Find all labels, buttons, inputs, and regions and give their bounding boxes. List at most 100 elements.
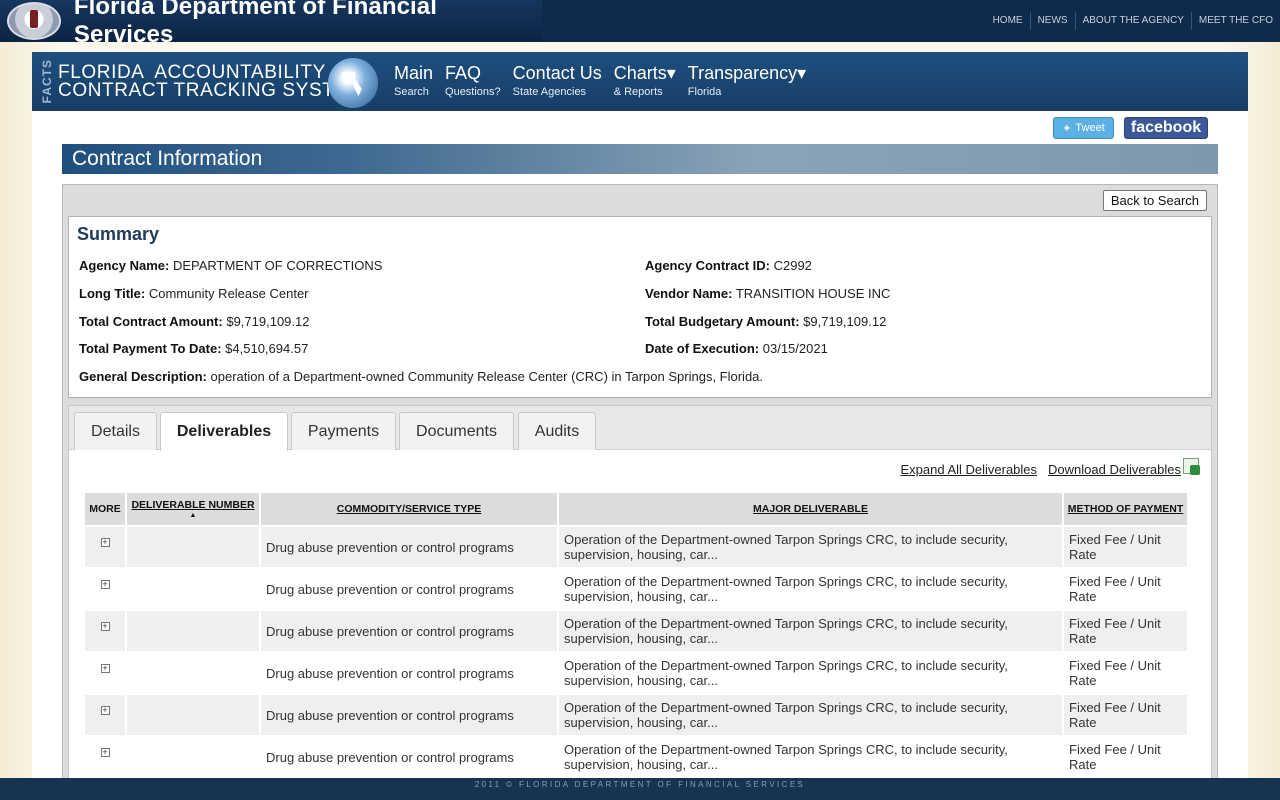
deliverables-table: MORE DELIVERABLE NUMBER ▲ COMMODITY/SERVI… <box>83 491 1189 779</box>
long-title-field: Long Title: Community Release Center <box>79 286 309 301</box>
agency-name-field: Agency Name: DEPARTMENT OF CORRECTIONS <box>79 258 382 273</box>
date-execution-field: Date of Execution: 03/15/2021 <box>645 341 828 356</box>
deliverable-number-cell <box>125 609 261 653</box>
nav-faq-sub: Questions? <box>445 86 501 98</box>
expand-row-icon[interactable]: + <box>100 664 110 673</box>
tab-details[interactable]: Details <box>74 412 157 450</box>
deliverable-number-cell <box>125 525 261 569</box>
expand-row-icon[interactable]: + <box>100 748 110 757</box>
total-payment-field: Total Payment To Date: $4,510,694.57 <box>79 341 308 356</box>
tab-payments[interactable]: Payments <box>291 412 396 450</box>
nav-main-sub: Search <box>394 86 429 98</box>
deliverable-number-cell <box>125 567 261 611</box>
commodity-cell: Drug abuse prevention or control program… <box>259 567 559 611</box>
page-container: FACTS FLORIDA ACCOUNTABILITY CONTRACT TR… <box>32 52 1248 785</box>
sort-ascending-icon: ▲ <box>189 512 197 519</box>
nav-contact-us[interactable]: Contact Us State Agencies <box>513 62 602 110</box>
facts-nav-bar: FACTS FLORIDA ACCOUNTABILITY CONTRACT TR… <box>32 52 1248 111</box>
total-budgetary-label: Total Budgetary Amount: <box>645 314 800 329</box>
footer: 2011 © FLORIDA DEPARTMENT OF FINANCIAL S… <box>0 778 1280 800</box>
col-more: MORE <box>83 491 127 527</box>
major-deliverable-cell: Operation of the Department-owned Tarpon… <box>557 693 1064 737</box>
table-row: + Drug abuse prevention or control progr… <box>83 735 1189 779</box>
commodity-cell: Drug abuse prevention or control program… <box>259 609 559 653</box>
total-contract-field: Total Contract Amount: $9,719,109.12 <box>79 314 309 329</box>
general-description-value: operation of a Department-owned Communit… <box>210 369 764 384</box>
table-row: + Drug abuse prevention or control progr… <box>83 525 1189 569</box>
twitter-bird-icon: ✦ <box>1062 122 1072 135</box>
agency-contract-id-field: Agency Contract ID: C2992 <box>645 258 812 273</box>
more-cell: + <box>83 693 127 737</box>
total-payment-value: $4,510,694.57 <box>225 341 309 356</box>
expand-row-icon[interactable]: + <box>100 538 110 547</box>
vendor-name-field: Vendor Name: TRANSITION HOUSE INC <box>645 286 890 301</box>
col-deliverable-number[interactable]: DELIVERABLE NUMBER ▲ <box>125 491 261 527</box>
deliverable-number-cell <box>125 735 261 779</box>
major-deliverable-cell: Operation of the Department-owned Tarpon… <box>557 567 1064 611</box>
nav-contact-label: Contact Us <box>512 63 602 83</box>
tab-deliverables[interactable]: Deliverables <box>160 412 288 451</box>
top-link-news[interactable]: NEWS <box>1029 12 1075 30</box>
table-row: + Drug abuse prevention or control progr… <box>83 567 1189 611</box>
nav-transparency-sub: Florida <box>687 86 722 98</box>
commodity-cell: Drug abuse prevention or control program… <box>259 651 559 695</box>
expand-row-icon[interactable]: + <box>100 580 110 589</box>
page-title: Contract Information <box>62 144 1218 174</box>
cfo-seal-icon <box>7 2 61 40</box>
major-deliverable-cell: Operation of the Department-owned Tarpon… <box>557 525 1064 569</box>
tweet-button[interactable]: ✦ Tweet <box>1053 117 1114 139</box>
facts-title-line1: FLORIDA ACCOUNTABILITY <box>58 61 326 83</box>
col-method-of-payment[interactable]: METHOD OF PAYMENT <box>1062 491 1189 527</box>
summary-heading: Summary <box>77 224 160 244</box>
download-deliverables-link[interactable]: Download Deliverables <box>1048 462 1181 477</box>
dfs-brand[interactable]: Florida Department of Financial Services <box>0 0 542 48</box>
excel-download-icon[interactable] <box>1183 458 1200 475</box>
table-header-row: MORE DELIVERABLE NUMBER ▲ COMMODITY/SERVI… <box>83 491 1189 527</box>
col-method-of-payment-label: METHOD OF PAYMENT <box>1067 503 1184 515</box>
nav-contact-sub: State Agencies <box>512 86 587 98</box>
table-row: + Drug abuse prevention or control progr… <box>83 693 1189 737</box>
payment-method-cell: Fixed Fee / Unit Rate <box>1062 609 1189 653</box>
top-link-meet-cfo[interactable]: MEET THE CFO <box>1190 12 1280 30</box>
col-major-deliverable-label: MAJOR DELIVERABLE <box>753 503 868 515</box>
expand-row-icon[interactable]: + <box>100 622 110 631</box>
top-link-home[interactable]: HOME <box>986 12 1030 30</box>
agency-name-value: DEPARTMENT OF CORRECTIONS <box>172 258 383 273</box>
back-to-search-button[interactable]: Back to Search <box>1102 190 1207 211</box>
more-cell: + <box>83 609 127 653</box>
col-commodity-label: COMMODITY/SERVICE TYPE <box>336 503 482 515</box>
nav-transparency-label: Transparency▾ <box>687 63 807 83</box>
deliverable-number-cell <box>125 693 261 737</box>
date-execution-label: Date of Execution: <box>645 341 760 356</box>
agency-contract-id-label: Agency Contract ID: <box>645 258 770 273</box>
table-row: + Drug abuse prevention or control progr… <box>83 609 1189 653</box>
more-cell: + <box>83 735 127 779</box>
payment-method-cell: Fixed Fee / Unit Rate <box>1062 567 1189 611</box>
expand-all-deliverables-link[interactable]: Expand All Deliverables <box>900 462 1037 477</box>
top-header: Florida Department of Financial Services… <box>0 0 1280 48</box>
facebook-button[interactable]: facebook <box>1124 117 1208 139</box>
facts-logo[interactable]: FACTS FLORIDA ACCOUNTABILITY CONTRACT TR… <box>32 52 384 111</box>
table-row: + Drug abuse prevention or control progr… <box>83 651 1189 695</box>
col-deliverable-number-label: DELIVERABLE NUMBER <box>131 499 255 511</box>
major-deliverable-cell: Operation of the Department-owned Tarpon… <box>557 735 1064 779</box>
nav-faq-label: FAQ <box>445 63 482 83</box>
deliverable-number-cell <box>125 651 261 695</box>
nav-transparency-dropdown[interactable]: Transparency▾ Florida <box>688 62 806 110</box>
nav-main-search[interactable]: Main Search <box>394 62 433 110</box>
commodity-cell: Drug abuse prevention or control program… <box>259 735 559 779</box>
commodity-cell: Drug abuse prevention or control program… <box>259 525 559 569</box>
expand-row-icon[interactable]: + <box>100 706 110 715</box>
tab-audits[interactable]: Audits <box>518 412 596 450</box>
tab-strip: Details Deliverables Payments Documents … <box>69 406 1211 451</box>
nav-faq[interactable]: FAQ Questions? <box>445 62 501 110</box>
col-major-deliverable[interactable]: MAJOR DELIVERABLE <box>557 491 1064 527</box>
long-title-value: Community Release Center <box>148 286 309 301</box>
col-commodity-service-type[interactable]: COMMODITY/SERVICE TYPE <box>259 491 559 527</box>
nav-charts-dropdown[interactable]: Charts▾ & Reports <box>614 62 676 110</box>
social-buttons: ✦ Tweet facebook <box>1053 117 1208 139</box>
top-link-about[interactable]: ABOUT THE AGENCY <box>1074 12 1191 30</box>
tab-documents[interactable]: Documents <box>399 412 514 450</box>
nav-main-label: Main <box>394 63 434 83</box>
vendor-name-value: TRANSITION HOUSE INC <box>735 286 891 301</box>
